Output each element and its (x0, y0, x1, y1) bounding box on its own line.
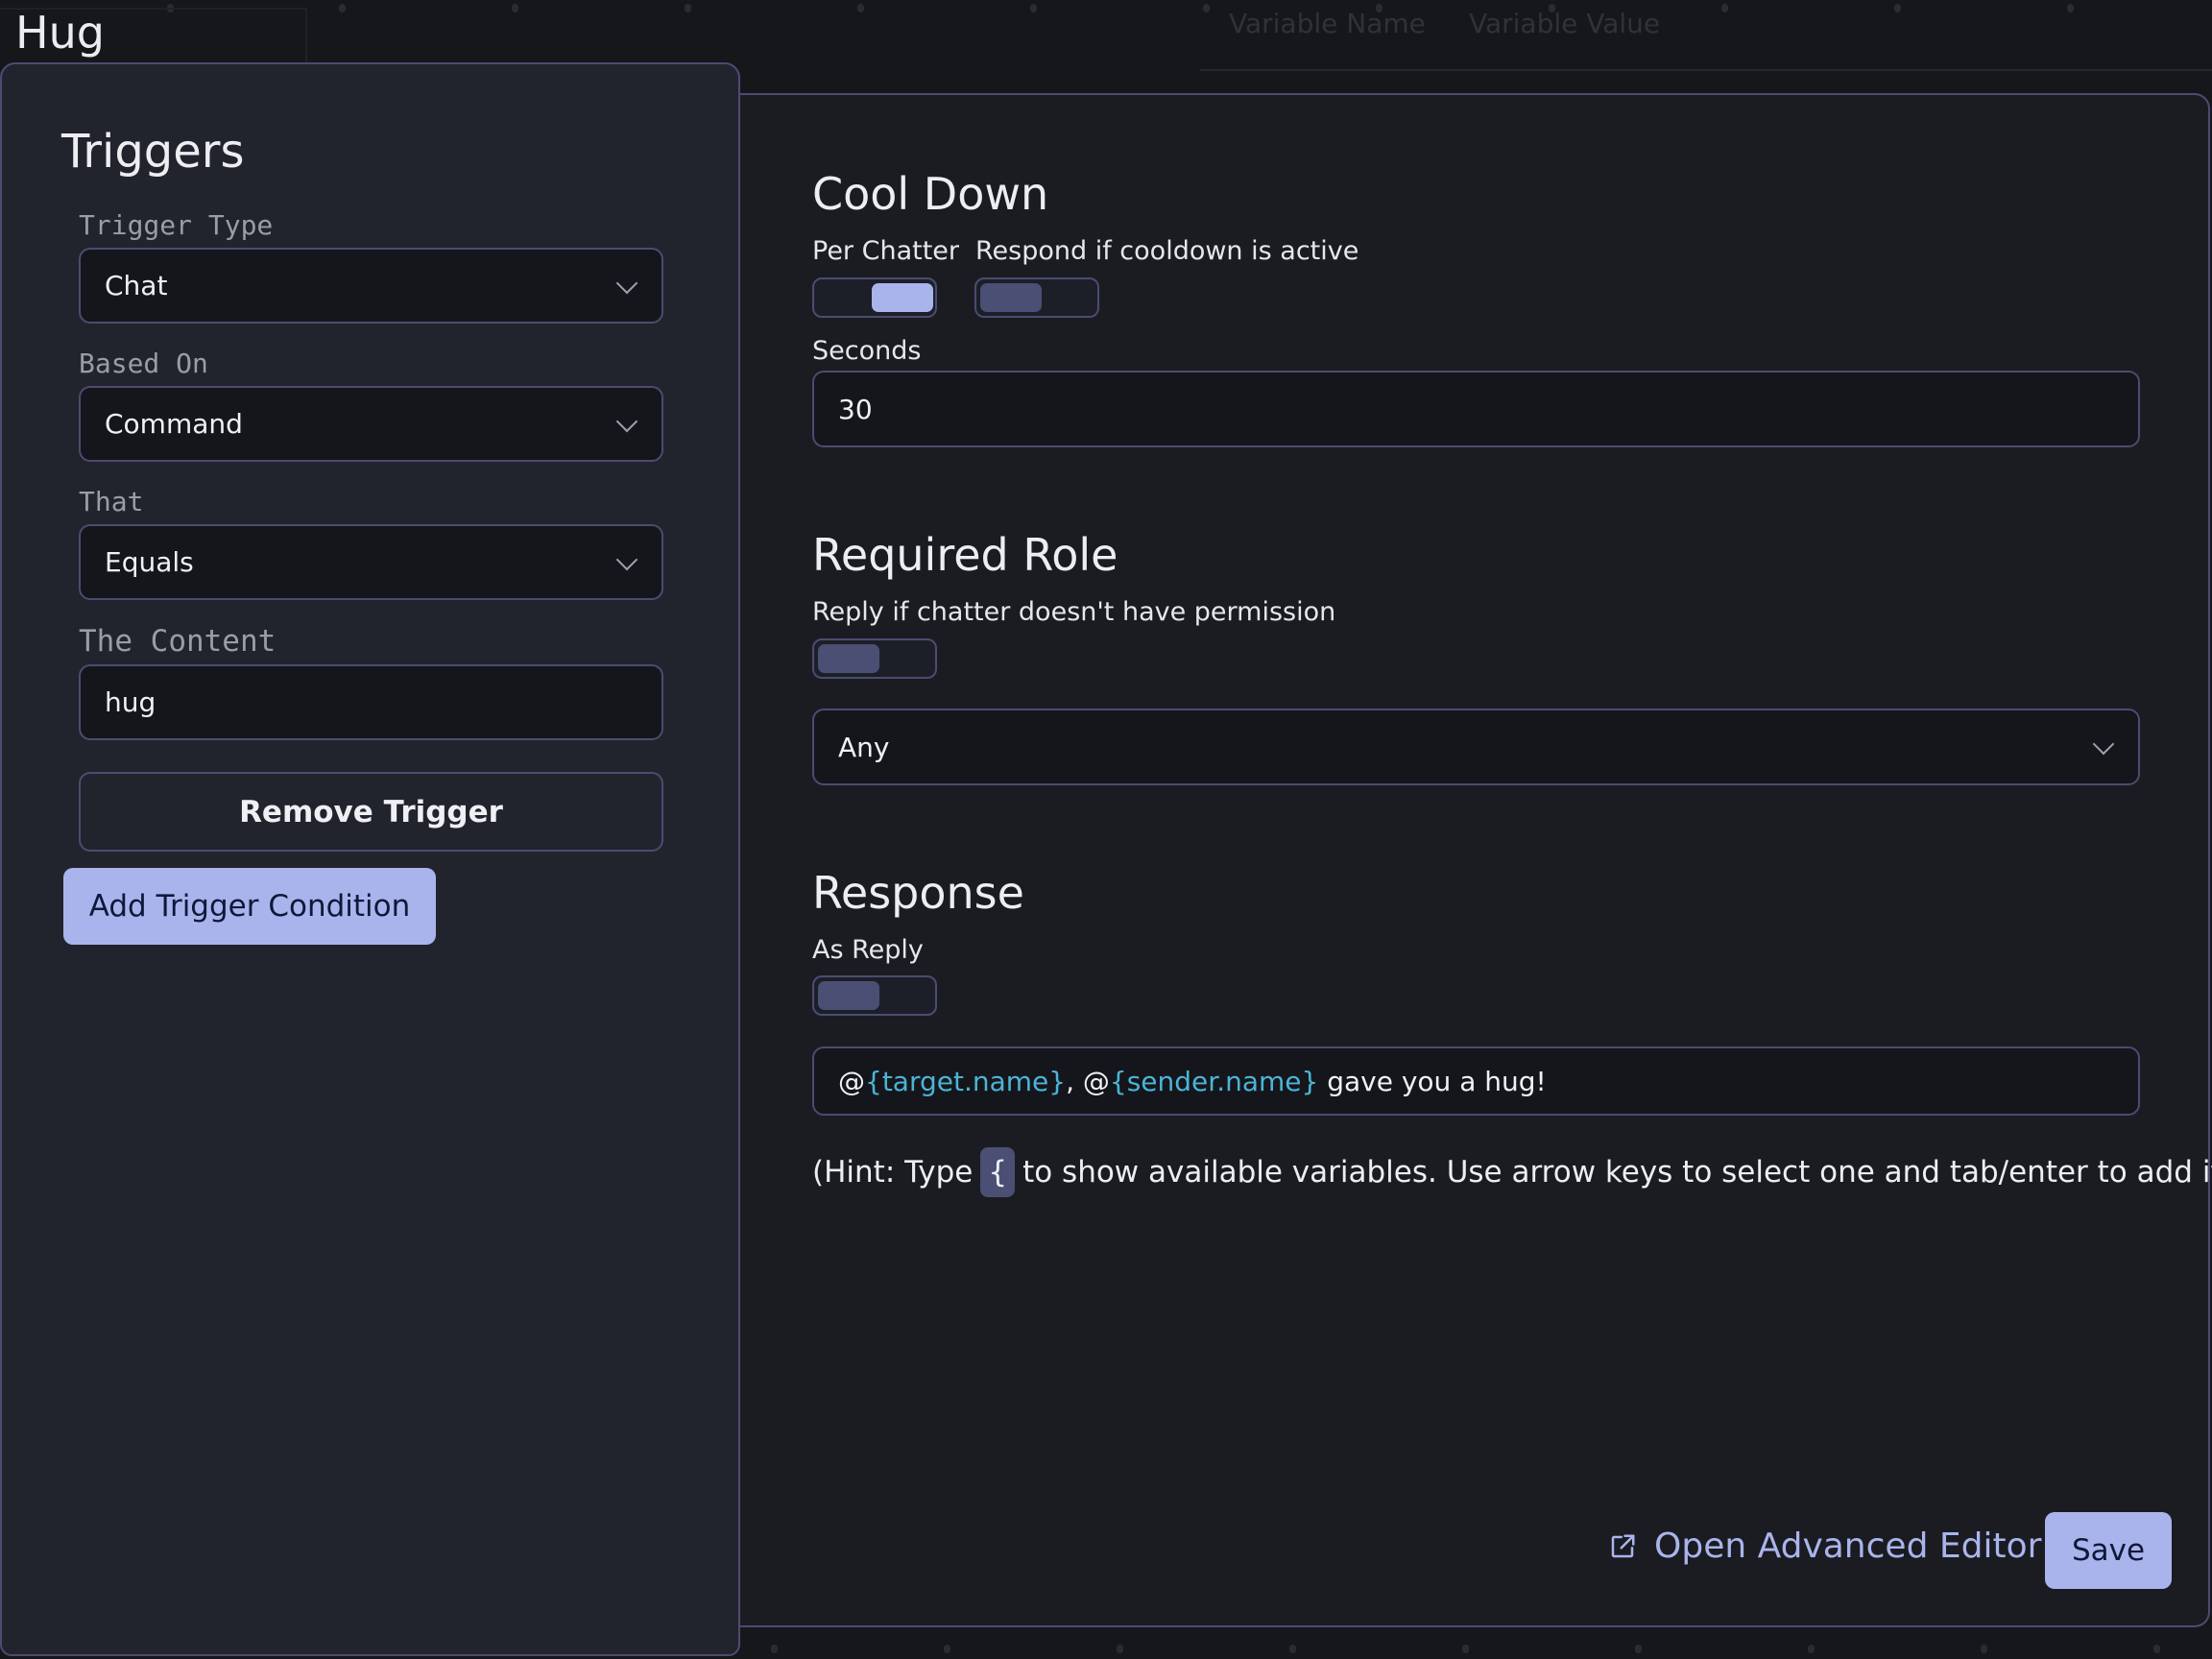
chevron-down-icon (2092, 733, 2115, 756)
as-reply-label: As Reply (812, 935, 924, 965)
seconds-value: 30 (838, 393, 873, 425)
toggle-knob (980, 283, 1042, 312)
trigger-type-value: Chat (105, 270, 168, 301)
per-chatter-toggle[interactable] (812, 277, 937, 318)
hint-text: (Hint: Type (812, 1155, 974, 1190)
hint-text: to show available variables. Use arrow k… (1022, 1155, 2212, 1190)
cooldown-heading: Cool Down (812, 168, 1049, 220)
per-chatter-label: Per Chatter (812, 236, 960, 266)
role-value: Any (838, 731, 890, 763)
response-message: @{target.name}, @{sender.name} gave you … (838, 1066, 1547, 1097)
respond-if-active-toggle[interactable] (974, 277, 1099, 318)
content-value: hug (105, 686, 156, 718)
background-variable-table-header: Variable Name Variable Value (1200, 0, 2212, 71)
add-trigger-condition-button[interactable]: Add Trigger Condition (63, 868, 436, 945)
save-button[interactable]: Save (2045, 1512, 2172, 1589)
required-role-heading: Required Role (812, 529, 1118, 581)
external-link-icon (1611, 1534, 1635, 1557)
seconds-label: Seconds (812, 336, 922, 366)
toggle-knob (818, 981, 879, 1010)
message-text: @ (838, 1065, 865, 1097)
open-advanced-editor-label: Open Advanced Editor (1654, 1527, 2042, 1566)
role-select[interactable]: Any (812, 709, 2140, 785)
toggle-knob (818, 644, 879, 673)
respond-if-active-label: Respond if cooldown is active (975, 236, 1359, 266)
message-text: , @ (1066, 1065, 1110, 1097)
hint-key: { (980, 1147, 1016, 1197)
triggers-heading: Triggers (61, 125, 245, 179)
that-value: Equals (105, 546, 194, 578)
that-label: That (79, 486, 144, 517)
remove-trigger-button[interactable]: Remove Trigger (79, 772, 663, 852)
chevron-down-icon (615, 410, 638, 432)
as-reply-toggle[interactable] (812, 975, 937, 1016)
based-on-label: Based On (79, 348, 208, 379)
response-message-input[interactable]: @{target.name}, @{sender.name} gave you … (812, 1046, 2140, 1116)
settings-panel (740, 93, 2210, 1627)
response-heading: Response (812, 867, 1024, 919)
reply-no-permission-toggle[interactable] (812, 638, 937, 679)
open-advanced-editor-link[interactable]: Open Advanced Editor (1608, 1527, 2041, 1566)
based-on-value: Command (105, 408, 243, 440)
trigger-type-label: Trigger Type (79, 209, 274, 241)
chevron-down-icon (615, 548, 638, 570)
that-select[interactable]: Equals (79, 524, 663, 600)
message-text: gave you a hug! (1318, 1065, 1547, 1097)
based-on-select[interactable]: Command (79, 386, 663, 462)
column-variable-value: Variable Value (1469, 8, 1661, 39)
variables-hint: (Hint: Type { to show available variable… (812, 1147, 2212, 1197)
reply-no-permission-label: Reply if chatter doesn't have permission (812, 597, 1336, 627)
content-input[interactable]: hug (79, 664, 663, 740)
content-label: The Content (79, 624, 276, 659)
trigger-type-select[interactable]: Chat (79, 248, 663, 324)
column-variable-name: Variable Name (1229, 8, 1426, 39)
toggle-knob (872, 283, 933, 312)
message-variable: {sender.name} (1109, 1065, 1319, 1097)
seconds-input[interactable]: 30 (812, 371, 2140, 447)
message-variable: {target.name} (865, 1065, 1067, 1097)
page-title: Hug (15, 7, 105, 59)
chevron-down-icon (615, 272, 638, 294)
